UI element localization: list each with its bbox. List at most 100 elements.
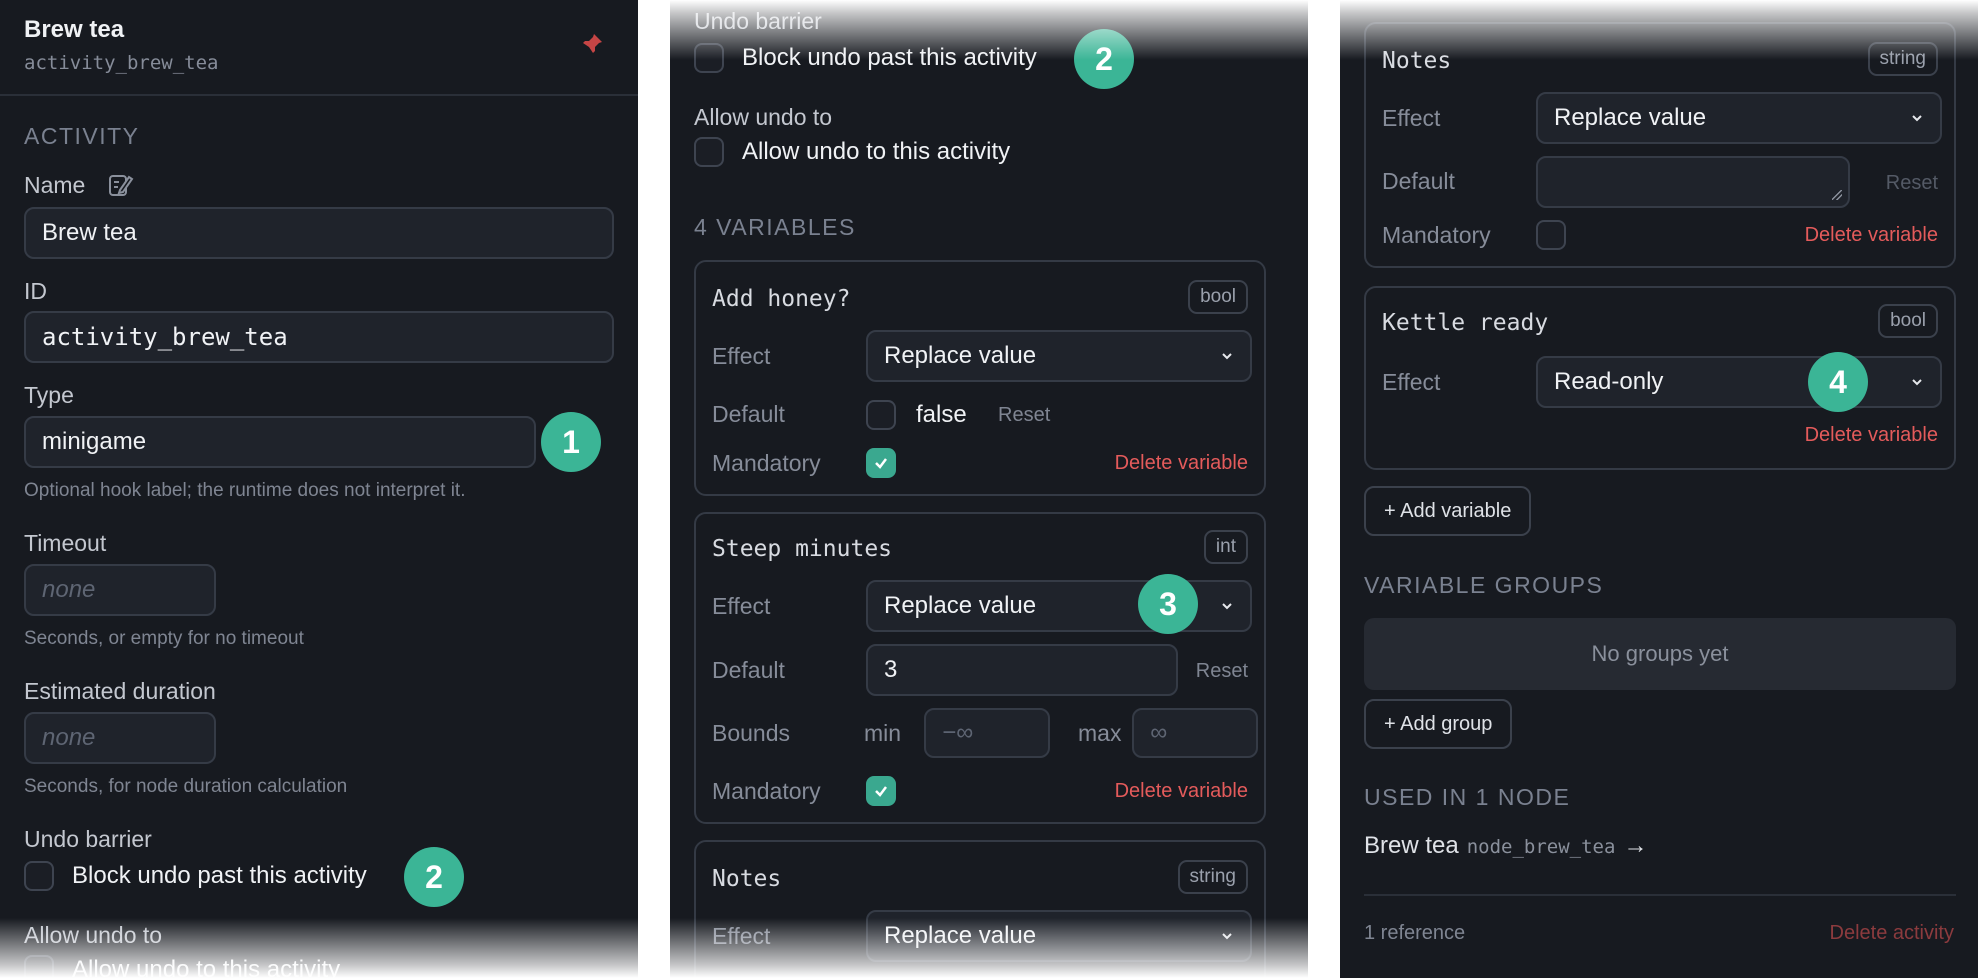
type-badge: string [1177,860,1248,894]
node-id: node_brew_tea [1466,836,1616,858]
allow-undo-checkbox-label: Allow undo to this activity [742,138,1011,165]
type-badge: int [1203,530,1248,564]
chevron-down-icon [1912,379,1922,386]
effect-value: Replace value [1554,104,1707,131]
estimated-duration-hint: Seconds, for node duration calculation [24,776,348,797]
variable-card: Kettle ready bool Effect Read-only 4 Del… [1364,286,1956,470]
arrow-right-icon: → [1623,832,1648,859]
allow-undo-checkbox-label: Allow undo to this activity [72,956,341,978]
timeout-input[interactable]: none [24,564,216,616]
pin-icon[interactable] [580,32,604,56]
variable-card: Notes string Effect Replace value Defaul… [1364,22,1956,268]
block-undo-checkbox[interactable] [694,43,724,73]
block-undo-checkbox[interactable] [24,861,54,891]
marker-1: 1 [541,412,601,472]
section-title-activity: ACTIVITY [24,123,140,149]
type-label: Type [24,382,74,408]
marker-4: 4 [1808,352,1868,412]
variable-name: Kettle ready [1382,310,1549,336]
node-link[interactable]: Brew tea node_brew_tea → [1364,832,1647,860]
add-variable-button[interactable]: + Add variable [1364,486,1532,536]
effect-value: Replace value [884,592,1037,619]
marker-3: 3 [1138,574,1198,634]
min-label: min [864,720,902,746]
mandatory-label: Mandatory [712,450,821,476]
node-name: Brew tea [1364,832,1459,859]
name-input[interactable]: Brew tea [24,207,614,259]
reset-button[interactable]: Reset [1886,172,1938,195]
delete-variable-button[interactable]: Delete variable [1805,224,1938,247]
default-input[interactable]: 3 [866,644,1178,696]
chevron-down-icon [1222,933,1232,940]
max-input[interactable]: ∞ [1132,708,1258,758]
id-input[interactable]: activity_brew_tea [24,311,614,363]
type-badge: bool [1878,304,1938,338]
effect-select[interactable]: Replace value [866,910,1252,962]
panel-subtitle-id: activity_brew_tea [24,52,219,74]
variable-name: Steep minutes [712,536,893,562]
effect-label: Effect [1382,369,1441,395]
name-label: Name [24,172,86,198]
type-input[interactable]: minigame [24,416,536,468]
edit-icon[interactable] [106,171,134,199]
variables-panel-continued: Notes string Effect Replace value Defaul… [1340,0,1978,978]
mandatory-checkbox[interactable] [866,776,896,806]
no-groups-placeholder: No groups yet [1364,618,1956,690]
chevron-down-icon [1912,115,1922,122]
effect-label: Effect [712,923,771,949]
default-checkbox[interactable] [866,400,896,430]
check-icon [875,458,887,469]
effect-label: Effect [712,343,771,369]
marker-2: 2 [1074,29,1134,89]
estimated-duration-input[interactable]: none [24,712,216,764]
default-textarea[interactable] [1536,156,1850,208]
max-label: max [1078,720,1122,746]
allow-undo-checkbox[interactable] [24,955,54,978]
reset-button[interactable]: Reset [1196,660,1248,683]
allow-undo-checkbox[interactable] [694,137,724,167]
estimated-duration-label: Estimated duration [24,678,216,704]
delete-variable-button[interactable]: Delete variable [1115,780,1248,803]
section-title-used-in: USED IN 1 NODE [1364,784,1571,810]
mandatory-label: Mandatory [1382,222,1491,248]
marker-2: 2 [404,847,464,907]
effect-select[interactable]: Read-only [1536,356,1942,408]
delete-variable-button[interactable]: Delete variable [1115,452,1248,475]
default-label: Default [1382,168,1455,194]
effect-label: Effect [1382,105,1441,131]
activity-panel: Brew tea activity_brew_tea ACTIVITY Name… [0,0,638,978]
mandatory-checkbox[interactable] [866,448,896,478]
allow-undo-label: Allow undo to [24,922,163,948]
id-label: ID [24,278,47,304]
effect-select[interactable]: Replace value [1536,92,1942,144]
effect-select[interactable]: Replace value [866,330,1252,382]
effect-value: Replace value [884,342,1037,369]
delete-variable-button[interactable]: Delete variable [1805,424,1938,447]
header-divider [0,94,638,96]
variable-card: Add honey? bool Effect Replace value Def… [694,260,1266,496]
variable-name: Notes [1382,48,1452,74]
variables-panel: Undo barrier Block undo past this activi… [670,0,1308,978]
effect-value: Replace value [884,922,1037,949]
section-title-variables: 4 VARIABLES [694,214,856,240]
mandatory-checkbox[interactable] [1536,220,1566,250]
mandatory-label: Mandatory [712,778,821,804]
reset-button[interactable]: Reset [998,404,1050,427]
add-group-button[interactable]: + Add group [1364,699,1513,749]
effect-label: Effect [712,593,771,619]
reference-count: 1 reference [1364,922,1466,944]
delete-activity-button[interactable]: Delete activity [1830,922,1955,945]
variable-card: Steep minutes int Effect Replace value 3… [694,512,1266,824]
block-undo-label: Block undo past this activity [72,862,367,889]
effect-value: Read-only [1554,368,1664,395]
timeout-label: Timeout [24,530,107,556]
default-label: Default [712,657,785,683]
panel-title: Brew tea [24,16,125,43]
type-badge: bool [1188,280,1248,314]
default-label: Default [712,401,785,427]
footer-divider [1364,894,1956,896]
min-input[interactable]: −∞ [924,708,1050,758]
undo-barrier-label: Undo barrier [24,826,152,852]
timeout-hint: Seconds, or empty for no timeout [24,628,304,649]
default-value: false [916,401,967,428]
